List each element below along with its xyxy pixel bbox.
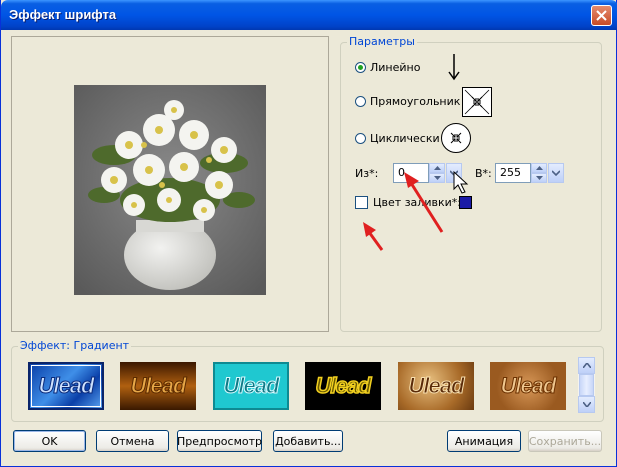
from-spinner[interactable] xyxy=(429,163,445,183)
effect-thumb-6[interactable]: Ulead xyxy=(490,362,566,410)
effect-thumb-2[interactable]: Ulead xyxy=(120,362,196,410)
linear-arrow-icon xyxy=(448,54,460,81)
fill-color-swatch[interactable] xyxy=(459,196,472,209)
chevron-down-icon xyxy=(535,176,543,180)
ok-button[interactable]: OK xyxy=(13,430,86,452)
radio-linear[interactable]: Линейно xyxy=(355,59,420,75)
radio-linear-button[interactable] xyxy=(355,61,366,73)
effect-thumb-label: Ulead xyxy=(223,373,280,399)
close-button[interactable] xyxy=(591,5,612,26)
cyclic-gradient-icon xyxy=(441,123,471,153)
radio-rectangle-button[interactable] xyxy=(355,95,366,107)
animation-button[interactable]: Анимация xyxy=(447,430,521,452)
preview-pane xyxy=(11,36,329,332)
dialog-window: Эффект шрифта Параметры Линейно Прямоуго… xyxy=(0,0,617,467)
effect-scrollbar[interactable] xyxy=(578,357,595,413)
rectangle-gradient-icon xyxy=(462,87,492,117)
scroll-up-button[interactable] xyxy=(578,357,595,374)
effect-thumb-5[interactable]: Ulead xyxy=(398,362,474,410)
scroll-track[interactable] xyxy=(578,374,595,396)
to-spin-up[interactable] xyxy=(531,163,547,173)
to-dropdown-button[interactable] xyxy=(548,163,564,183)
save-button[interactable]: Сохранить... xyxy=(528,430,602,452)
add-button[interactable]: Добавить... xyxy=(273,430,343,452)
radio-rectangle[interactable]: Прямоугольник xyxy=(355,93,460,109)
radio-linear-label: Линейно xyxy=(370,60,421,74)
from-spin-down[interactable] xyxy=(429,173,445,183)
chevron-up-icon xyxy=(582,363,591,368)
radio-rectangle-label: Прямоугольник xyxy=(370,94,461,108)
to-spin-down[interactable] xyxy=(531,173,547,183)
effect-thumb-label: Ulead xyxy=(38,373,95,399)
preview-image xyxy=(74,85,266,295)
preview-button[interactable]: Предпросмотр xyxy=(177,430,262,452)
to-label: В*: xyxy=(475,167,492,180)
from-input[interactable]: 0 xyxy=(393,163,429,183)
parameters-legend: Параметры xyxy=(347,35,417,48)
effect-thumb-4[interactable]: Ulead xyxy=(305,362,381,410)
to-input[interactable]: 255 xyxy=(495,163,531,183)
cancel-button[interactable]: Отмена xyxy=(96,430,169,452)
chevron-up-icon xyxy=(535,166,543,170)
from-spin-up[interactable] xyxy=(429,163,445,173)
effect-thumb-1[interactable]: Ulead xyxy=(28,362,104,410)
effect-thumb-label: Ulead xyxy=(130,373,187,399)
window-title: Эффект шрифта xyxy=(9,7,117,22)
chevron-down-icon xyxy=(450,170,458,176)
close-icon xyxy=(596,10,607,21)
chevron-down-icon xyxy=(552,170,560,176)
scroll-down-button[interactable] xyxy=(578,396,595,413)
from-dropdown-button[interactable] xyxy=(446,163,462,183)
fill-color-checkbox[interactable] xyxy=(355,196,368,209)
from-label: Из*: xyxy=(355,167,379,180)
chevron-up-icon xyxy=(433,166,441,170)
effect-thumb-label: Ulead xyxy=(408,373,465,399)
radio-cyclic-label: Циклически xyxy=(370,131,440,145)
fill-color-label: Цвет заливки*: xyxy=(373,196,461,209)
effect-thumb-label: Ulead xyxy=(315,372,372,399)
effect-thumb-3[interactable]: Ulead xyxy=(213,362,289,410)
to-spinner[interactable] xyxy=(531,163,547,183)
title-bar: Эффект шрифта xyxy=(1,0,617,30)
effect-legend: Эффект: Градиент xyxy=(18,339,132,352)
radio-cyclic[interactable]: Циклически xyxy=(355,130,440,146)
scroll-thumb[interactable] xyxy=(579,374,594,396)
radio-cyclic-button[interactable] xyxy=(355,132,366,144)
chevron-down-icon xyxy=(582,402,591,407)
chevron-down-icon xyxy=(433,176,441,180)
effect-thumb-label: Ulead xyxy=(500,373,557,399)
effect-group: Эффект: Градиент Ulead Ulead Ulead Ulead… xyxy=(11,339,604,422)
parameters-group: Параметры Линейно Прямоугольник Цикличес… xyxy=(340,35,602,332)
